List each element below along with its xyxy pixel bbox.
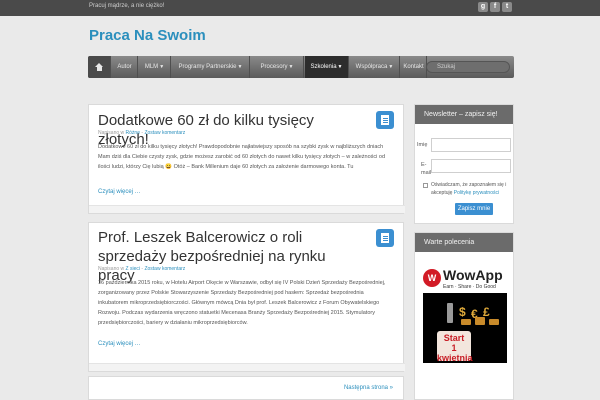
google-plus-icon[interactable]: g [478, 2, 488, 12]
post-category-link[interactable]: Z sieci [126, 266, 140, 272]
next-page-link[interactable]: Następna strona » [344, 385, 393, 391]
nav-item-mlm[interactable]: MLM▼ [139, 56, 171, 78]
home-icon [94, 63, 104, 71]
ad-image: $ € £ Start 1 kwietnia [423, 293, 507, 363]
post-footer [89, 363, 405, 371]
chevron-down-icon: ▼ [388, 64, 394, 70]
facebook-icon[interactable]: f [490, 2, 500, 12]
main-navigation: Autor MLM▼ Programy Partnerskie▼ Proceso… [88, 56, 514, 78]
post-meta-prefix: Napisano w [98, 130, 125, 136]
name-label: Imię [417, 142, 428, 148]
nav-home-button[interactable] [88, 56, 111, 78]
site-title[interactable]: Praca Na Swoim [89, 27, 206, 44]
nav-item-label: Współpraca [355, 64, 388, 70]
nav-item-szkolenia[interactable]: Szkolenia▼ [305, 56, 349, 78]
nav-item-procesory[interactable]: Procesory▼ [251, 56, 304, 78]
post-comment-link[interactable]: Zostaw komentarz [144, 266, 185, 272]
nav-item-label: Procesory [260, 64, 288, 70]
widget-title: Newsletter – zapisz się! [415, 105, 513, 124]
nav-item-programy-partnerskie[interactable]: Programy Partnerskie▼ [172, 56, 250, 78]
post-title[interactable]: Prof. Leszek Balcerowicz o roli sprzedaż… [98, 228, 358, 285]
widget-title: Warte polecenia [415, 233, 513, 252]
privacy-policy-link[interactable]: Politykę prywatności [454, 190, 499, 196]
search-input[interactable]: Szukaj [426, 61, 510, 73]
nav-item-wspolpraca[interactable]: Współpraca▼ [350, 56, 400, 78]
read-more-link[interactable]: Czytaj więcej … [98, 341, 141, 347]
nav-item-label: MLM [144, 64, 159, 70]
recommend-widget: Warte polecenia W WowApp Earn · Share · … [414, 232, 514, 400]
nav-item-label: Programy Partnerskie [178, 64, 237, 70]
document-icon [376, 111, 394, 129]
nav-item-label: Autor [117, 64, 132, 70]
nav-item-autor[interactable]: Autor [112, 56, 138, 78]
top-bar: Pracuj mądrze, a nie ciężko! g f t [0, 0, 600, 16]
wowapp-logo-icon: W [423, 269, 441, 287]
newsletter-widget: Newsletter – zapisz się! Imię E-mail Ośw… [414, 104, 514, 224]
coins-icon: $ € £ [457, 305, 507, 325]
post-category-link[interactable]: Różne [126, 130, 140, 136]
post-comment-link[interactable]: Zostaw komentarz [144, 130, 185, 136]
consent-text: Oświadczam, że zapoznałem się i akceptuj… [431, 181, 513, 197]
chevron-down-icon: ▼ [237, 64, 243, 70]
nav-item-kontakt[interactable]: Kontakt [401, 56, 427, 78]
post-excerpt: Dodatkowe 60 zł do kilku tysięcy złotych… [98, 144, 386, 170]
name-field[interactable] [431, 138, 511, 152]
pagination: Następna strona » [88, 376, 404, 400]
read-more-link[interactable]: Czytaj więcej … [98, 189, 141, 195]
post-meta-prefix: Napisano w [98, 266, 125, 272]
chevron-down-icon: ▼ [159, 64, 165, 70]
chevron-down-icon: ▼ [288, 64, 294, 70]
post-article: Prof. Leszek Balcerowicz o roli sprzedaż… [88, 222, 405, 372]
twitter-icon[interactable]: t [502, 2, 512, 12]
ad-slogan: Earn · Share · Do Good [443, 284, 496, 290]
email-label: E-mail [421, 162, 432, 176]
consent-checkbox[interactable] [423, 183, 428, 188]
chevron-down-icon: ▼ [337, 64, 343, 70]
document-icon [376, 229, 394, 247]
site-tagline: Pracuj mądrze, a nie ciężko! [89, 3, 165, 9]
ad-brand: WowApp [443, 267, 503, 283]
subscribe-button[interactable]: Zapisz mnie [455, 203, 493, 215]
wowapp-banner[interactable]: W WowApp Earn · Share · Do Good $ € £ St… [423, 263, 507, 363]
ad-start-date: 1 kwietnia [437, 343, 473, 363]
nav-item-label: Kontakt [403, 64, 424, 70]
post-footer [89, 205, 405, 213]
phone-icon [447, 303, 453, 323]
post-article: Dodatkowe 60 zł do kilku tysięcy złotych… [88, 104, 405, 214]
nav-item-label: Szkolenia [310, 64, 337, 70]
post-meta: Napisano w Różne - Zostaw komentarz [98, 130, 186, 136]
post-meta: Napisano w Z sieci - Zostaw komentarz [98, 266, 186, 272]
post-excerpt: 16 października 2015 roku, w Hotelu Airp… [98, 280, 386, 326]
email-field[interactable] [431, 159, 511, 173]
ad-start-text: Start [443, 333, 465, 343]
ad-start-label: Start 1 kwietnia [437, 331, 473, 363]
